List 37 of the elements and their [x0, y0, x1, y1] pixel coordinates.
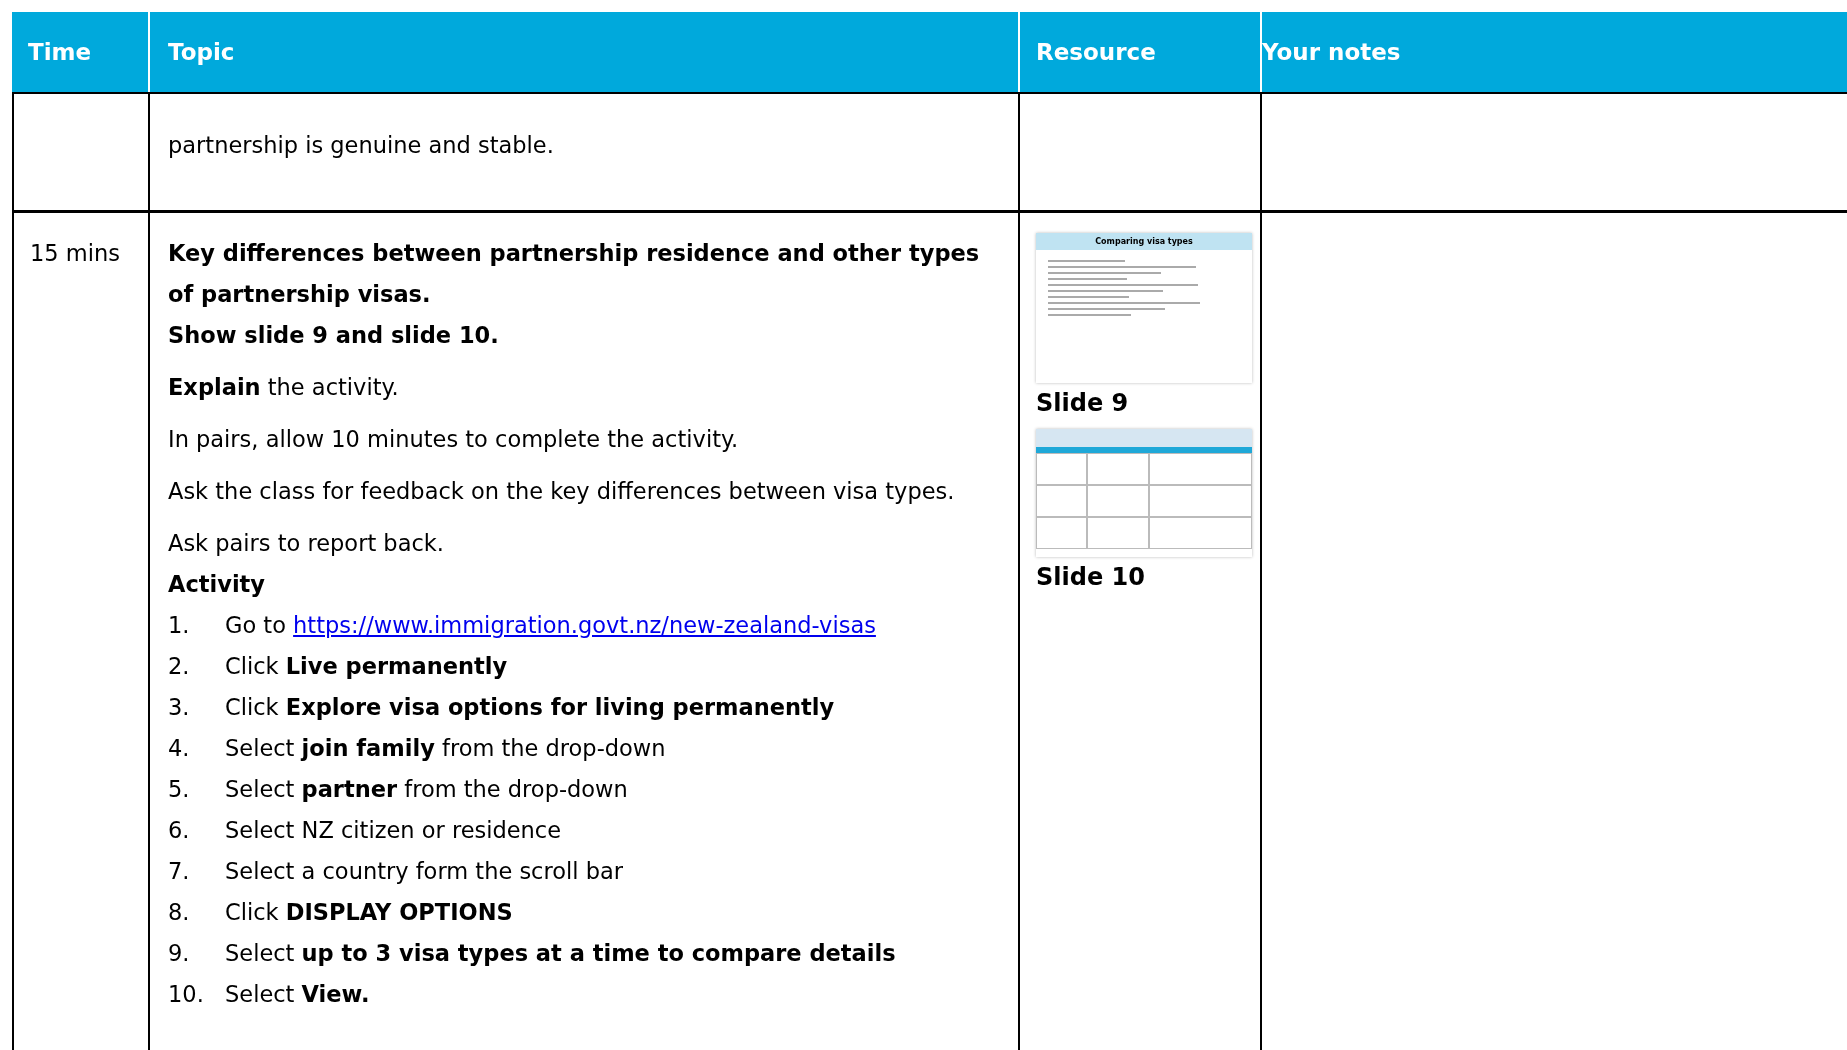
step-text: Select a country form the scroll bar [225, 857, 623, 886]
column-header: Your notes [1262, 39, 1401, 65]
step-text: Click DISPLAY OPTIONS [225, 898, 513, 927]
step-text: Go to https://www.immigration.govt.nz/new-zealand-visas [225, 611, 876, 640]
step-text: Select join family from the drop-down [225, 734, 666, 763]
step-number: 2. [168, 652, 191, 681]
step-number: 9. [168, 939, 191, 968]
step-text: Click Explore visa options for living permanently [225, 693, 835, 722]
step-text: Select up to 3 visa types at a time to compare details [225, 939, 896, 968]
step-text: Select NZ citizen or residence [225, 816, 562, 845]
time-text: 15 mins [30, 239, 121, 268]
step-number: 1. [168, 611, 191, 640]
step-text: Click Live permanently [225, 652, 508, 681]
step-number: 5. [168, 775, 191, 804]
step-number: 10. [168, 980, 205, 1009]
step-text: Select partner from the drop-down [225, 775, 628, 804]
column-header: Topic [168, 39, 235, 65]
topic-text: In pairs, allow 10 minutes to complete the activity. [168, 425, 740, 454]
topic-text: Ask pairs to report back. [168, 529, 445, 558]
link[interactable]: https://www.immigration.govt.nz/new-zealand-visas [293, 612, 876, 638]
step-number: 8. [168, 898, 191, 927]
topic-heading: Activity [168, 570, 267, 599]
slide-caption: Slide 9 [1036, 388, 1130, 419]
step-number: 4. [168, 734, 191, 763]
step-number: 6. [168, 816, 191, 845]
topic-text: Explain the activity. [168, 373, 400, 402]
topic-text: Ask the class for feedback on the key differences between visa types. [168, 477, 956, 506]
column-header: Time [28, 39, 92, 65]
step-text: Select View. [225, 980, 370, 1009]
step-number: 3. [168, 693, 191, 722]
column-header: Resource [1036, 39, 1156, 65]
topic-text: partnership is genuine and stable. [168, 131, 555, 160]
slide-title: Comparing visa types [1036, 233, 1252, 250]
slide-caption: Slide 10 [1036, 562, 1146, 593]
step-number: 7. [168, 857, 191, 886]
topic-heading: Key differences between partnership residence and other types of partnership visas. [168, 239, 981, 309]
topic-heading: Show slide 9 and slide 10. [168, 321, 500, 350]
